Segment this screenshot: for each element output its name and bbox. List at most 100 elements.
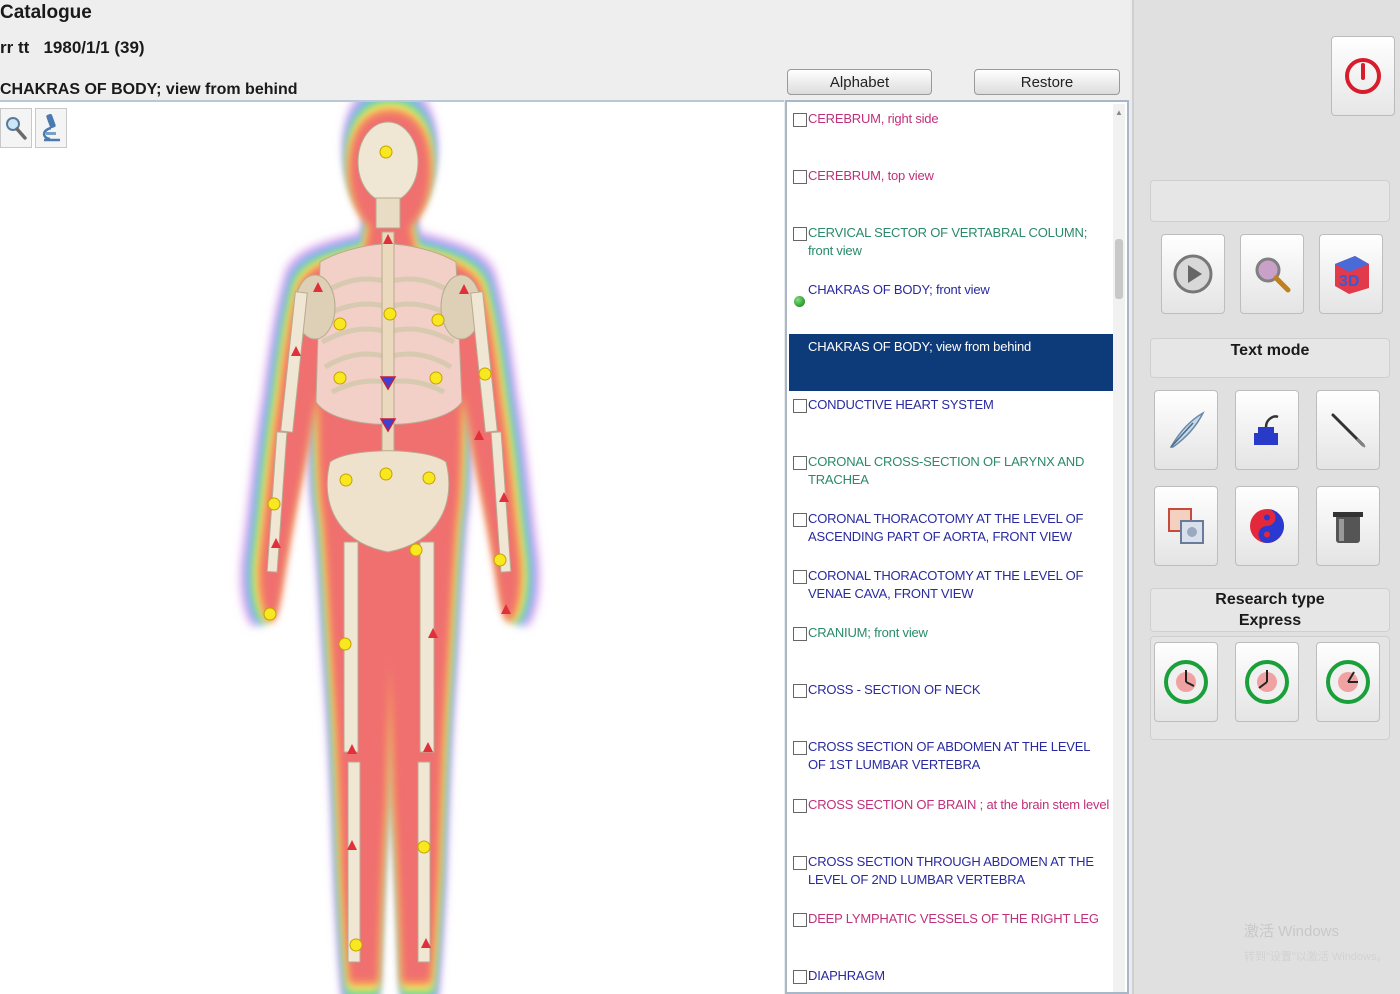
list-item-selected[interactable]: CHAKRAS OF BODY; view from behind — [789, 334, 1113, 391]
inkwell-icon — [1254, 415, 1279, 445]
chakra-point-yellow — [267, 497, 281, 511]
chakra-point-yellow — [429, 371, 443, 385]
images-button[interactable] — [1154, 486, 1218, 566]
research-type-label: Research type — [1215, 591, 1325, 608]
quill-icon — [1169, 411, 1205, 448]
list-item[interactable]: CHAKRAS OF BODY; front view — [789, 277, 1113, 334]
windows-activation-watermark: 激活 Windows — [1244, 923, 1340, 940]
item-checkbox[interactable] — [793, 456, 807, 470]
patient-name: rr tt — [0, 38, 30, 57]
chakra-point-yellow — [478, 367, 492, 381]
list-item[interactable]: CROSS - SECTION OF NECK — [789, 677, 1113, 734]
item-checkbox[interactable] — [793, 399, 807, 413]
list-item[interactable]: DEEP LYMPHATIC VESSELS OF THE RIGHT LEG — [789, 906, 1113, 963]
microscope-tool-button[interactable] — [35, 108, 67, 148]
list-item[interactable]: CROSS SECTION THROUGH ABDOMEN AT THE LEV… — [789, 849, 1113, 906]
pot-icon — [1333, 512, 1363, 543]
list-item[interactable]: CEREBRUM, top view — [789, 163, 1113, 220]
yin-yang-icon — [1250, 509, 1284, 543]
item-checkbox[interactable] — [793, 513, 807, 527]
windows-activation-hint: 转到"设置"以激活 Windows。 — [1244, 951, 1388, 963]
chakra-point-yellow — [263, 607, 277, 621]
item-checkbox[interactable] — [793, 227, 807, 241]
clock-button-1[interactable] — [1154, 642, 1218, 722]
list-item-label: CORONAL CROSS-SECTION OF LARYNX AND TRAC… — [808, 454, 1085, 487]
chakra-point-yellow — [431, 313, 445, 327]
clock-icon — [1164, 660, 1208, 704]
list-item[interactable]: CONDUCTIVE HEART SYSTEM — [789, 392, 1113, 449]
item-checkbox[interactable] — [793, 627, 807, 641]
clock-button-2[interactable] — [1235, 642, 1299, 722]
list-item[interactable]: CROSS SECTION OF BRAIN ; at the brain st… — [789, 792, 1113, 849]
scroll-up-arrow-icon[interactable]: ▲ — [1115, 108, 1123, 117]
list-item-label: CEREBRUM, top view — [808, 168, 934, 183]
list-item-label: CERVICAL SECTOR OF VERTABRAL COLUMN; fro… — [808, 225, 1088, 258]
quill-button[interactable] — [1154, 390, 1218, 470]
list-item-label: CEREBRUM, right side — [808, 111, 939, 126]
list-item-label: CHAKRAS OF BODY; view from behind — [808, 339, 1032, 354]
item-checkbox[interactable] — [793, 856, 807, 870]
chakra-point-yellow — [417, 840, 431, 854]
list-item-label: CROSS SECTION THROUGH ABDOMEN AT THE LEV… — [808, 854, 1094, 887]
anatomy-image-pane[interactable] — [0, 100, 784, 994]
item-checkbox[interactable] — [793, 113, 807, 127]
scroll-thumb[interactable] — [1115, 239, 1123, 299]
text-mode-label: Text mode — [1230, 342, 1310, 359]
chakra-point-yellow — [338, 637, 352, 651]
chakra-point-yellow — [349, 938, 363, 952]
window-title: Catalogue — [0, 2, 92, 23]
patient-dob: 1980/1/1 (39) — [43, 38, 145, 57]
list-item-label: CRANIUM; front view — [808, 625, 928, 640]
item-checkbox[interactable] — [793, 570, 807, 584]
status-dot-icon — [794, 296, 805, 307]
list-item-label: CROSS - SECTION OF NECK — [808, 682, 981, 697]
item-checkbox[interactable] — [793, 741, 807, 755]
play-button[interactable] — [1161, 234, 1225, 314]
list-item[interactable]: CERVICAL SECTOR OF VERTABRAL COLUMN; fro… — [789, 220, 1113, 277]
pot-button[interactable] — [1316, 486, 1380, 566]
list-item[interactable]: CORONAL CROSS-SECTION OF LARYNX AND TRAC… — [789, 449, 1113, 506]
pen-button[interactable] — [1316, 390, 1380, 470]
svg-text:3D: 3D — [1339, 273, 1359, 290]
chakra-point-yellow — [339, 473, 353, 487]
clock-button-3[interactable] — [1316, 642, 1380, 722]
list-item[interactable]: CROSS SECTION OF ABDOMEN AT THE LEVEL OF… — [789, 734, 1113, 791]
list-item-label: CHAKRAS OF BODY; front view — [808, 282, 990, 297]
item-checkbox[interactable] — [793, 684, 807, 698]
header: Catalogue rr tt 1980/1/1 (39) CHAKRAS OF… — [0, 0, 1130, 100]
cube-3d-icon: 3D — [1335, 256, 1369, 294]
power-button[interactable] — [1331, 36, 1395, 116]
zoom-tool-button[interactable] — [0, 108, 32, 148]
list-item[interactable]: CRANIUM; front view — [789, 620, 1113, 677]
images-icon — [1168, 508, 1204, 544]
list-scrollbar[interactable]: ▲ — [1113, 104, 1125, 992]
right-tool-panel: 3D Text mode Research type Express 激活 Wi… — [1132, 0, 1400, 994]
inkwell-button[interactable] — [1235, 390, 1299, 470]
chakra-point-yellow — [333, 371, 347, 385]
power-icon — [1345, 58, 1381, 94]
chakra-point-yellow — [493, 553, 507, 567]
skeleton — [266, 121, 512, 963]
yin-yang-button[interactable] — [1235, 486, 1299, 566]
item-checkbox[interactable] — [793, 799, 807, 813]
clock-icon — [1326, 660, 1370, 704]
item-checkbox[interactable] — [793, 170, 807, 184]
play-icon — [1173, 254, 1213, 294]
pen-icon — [1331, 413, 1366, 448]
search-button[interactable] — [1240, 234, 1304, 314]
list-item-label: CORONAL THORACOTOMY AT THE LEVEL OF ASCE… — [808, 511, 1084, 544]
list-item[interactable]: DIAPHRAGM — [789, 963, 1113, 992]
item-checkbox[interactable] — [793, 970, 807, 984]
chakra-point-yellow — [383, 307, 397, 321]
empty-status-box — [1150, 180, 1390, 222]
list-item[interactable]: CEREBRUM, right side — [789, 106, 1113, 163]
restore-button[interactable]: Restore — [974, 69, 1120, 95]
magnifier-icon — [6, 117, 27, 140]
item-checkbox[interactable] — [793, 913, 807, 927]
list-item[interactable]: CORONAL THORACOTOMY AT THE LEVEL OF ASCE… — [789, 506, 1113, 563]
alphabet-button[interactable]: Alphabet — [787, 69, 932, 95]
body-chakra-figure — [239, 102, 541, 994]
list-item[interactable]: CORONAL THORACOTOMY AT THE LEVEL OF VENA… — [789, 563, 1113, 620]
view-3d-button[interactable]: 3D — [1319, 234, 1383, 314]
catalogue-list[interactable]: CEREBRUM, right side CEREBRUM, top view CE… — [785, 100, 1129, 994]
